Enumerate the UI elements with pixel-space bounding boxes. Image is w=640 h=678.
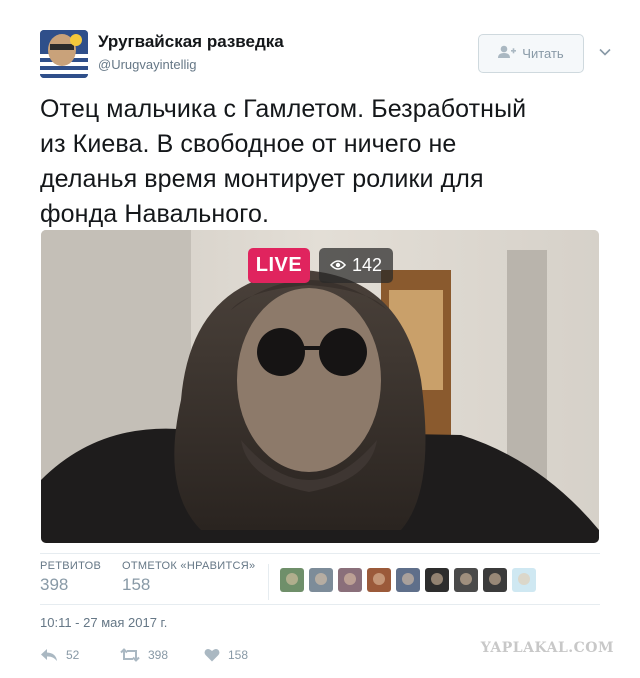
liker-face xyxy=(518,573,530,585)
tweet-text-line: деланья время монтирует ролики для xyxy=(40,165,484,193)
liker-face xyxy=(373,573,385,585)
retweet-icon xyxy=(120,648,140,662)
like-count: 158 xyxy=(228,648,249,662)
likes-label: ОТМЕТОК «НРАВИТСЯ» xyxy=(122,560,256,572)
likes-value: 158 xyxy=(122,575,151,594)
eye-icon xyxy=(329,255,347,276)
tweet-stats: РЕТВИТОВ 398 ОТМЕТОК «НРАВИТСЯ» 158 xyxy=(40,553,600,605)
tweet-timestamp[interactable]: 10:11 - 27 мая 2017 г. xyxy=(40,615,167,630)
follow-button[interactable]: Читать xyxy=(478,34,584,73)
retweets-stat[interactable]: РЕТВИТОВ 398 xyxy=(40,560,101,595)
tweet-text-line: Отец мальчика с Гамлетом. Безработный xyxy=(40,95,527,123)
reply-icon xyxy=(40,648,58,662)
follow-label: Читать xyxy=(522,46,564,61)
tweet-text-line: фонда Навального. xyxy=(40,200,270,228)
watermark: YAPLAKAL.COM xyxy=(480,640,614,656)
liker-avatar[interactable] xyxy=(367,568,391,592)
liker-avatar[interactable] xyxy=(483,568,507,592)
tweet-text: Отец мальчика с Гамлетом. Безработный из… xyxy=(40,92,620,232)
viewer-count: 142 xyxy=(351,255,383,275)
liker-avatar[interactable] xyxy=(338,568,362,592)
account-avatar[interactable] xyxy=(40,30,88,78)
follow-user-icon xyxy=(498,45,517,62)
retweets-label: РЕТВИТОВ xyxy=(40,560,102,572)
viewer-count-badge: 142 xyxy=(319,248,393,283)
liker-avatar[interactable] xyxy=(425,568,449,592)
liker-face xyxy=(402,573,414,585)
liker-avatar[interactable] xyxy=(512,568,536,592)
retweet-count: 398 xyxy=(148,648,169,662)
tweet-header: Уругвайская разведка @Urugvayintellig Чи… xyxy=(40,30,612,78)
live-video-thumbnail[interactable]: LIVE 142 xyxy=(41,230,599,543)
liker-face xyxy=(431,573,443,585)
stats-divider xyxy=(268,564,269,600)
liker-face xyxy=(489,573,501,585)
liker-avatar[interactable] xyxy=(280,568,304,592)
liker-face xyxy=(460,573,472,585)
liker-face xyxy=(344,573,356,585)
retweet-button[interactable]: 398 xyxy=(120,648,204,662)
liker-avatars xyxy=(280,568,536,592)
liker-avatar[interactable] xyxy=(309,568,333,592)
likes-stat[interactable]: ОТМЕТОК «НРАВИТСЯ» 158 xyxy=(122,560,255,595)
account-handle[interactable]: @Urugvayintellig xyxy=(98,57,196,72)
liker-avatar[interactable] xyxy=(454,568,478,592)
liker-avatar[interactable] xyxy=(396,568,420,592)
reply-button[interactable]: 52 xyxy=(40,648,120,662)
reply-count: 52 xyxy=(66,648,80,662)
tweet-text-line: из Киева. В свободное от ничего не xyxy=(40,130,457,158)
liker-face xyxy=(315,573,327,585)
account-name[interactable]: Уругвайская разведка xyxy=(98,32,284,52)
tweet-actions: 52 398 158 xyxy=(40,644,248,666)
heart-icon xyxy=(204,648,220,662)
retweets-value: 398 xyxy=(40,575,69,594)
like-button[interactable]: 158 xyxy=(204,648,248,662)
live-badge: LIVE xyxy=(248,248,310,283)
liker-face xyxy=(286,573,298,585)
chevron-down-icon[interactable] xyxy=(598,45,612,59)
